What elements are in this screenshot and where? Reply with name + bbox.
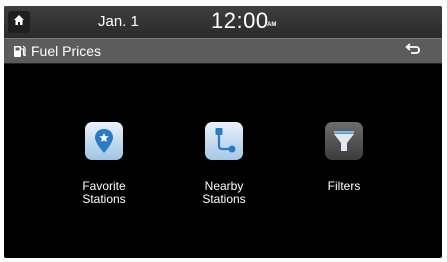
- nearby-stations-label: Nearby Stations: [202, 179, 246, 206]
- page-title: Fuel Prices: [31, 43, 102, 59]
- favorite-stations-label: Favorite Stations: [82, 179, 126, 206]
- fuel-pump-icon: [13, 44, 27, 63]
- back-button[interactable]: [390, 41, 436, 61]
- status-date: Jan. 1: [98, 13, 139, 30]
- filters-label: Filters: [327, 179, 361, 193]
- back-arrow-icon: [405, 42, 421, 60]
- status-bar: Jan. 1 12:00 AM: [4, 6, 442, 38]
- home-button[interactable]: [8, 11, 30, 33]
- status-time: 12:00: [211, 8, 269, 33]
- status-ampm: AM: [267, 22, 277, 28]
- title-bar: Fuel Prices: [4, 38, 442, 64]
- head-unit-screen: Jan. 1 12:00 AM Fuel Prices Favorite Sta…: [4, 6, 442, 258]
- favorite-pin-icon: [85, 122, 123, 160]
- filter-funnel-icon: [325, 122, 363, 160]
- nearby-route-icon: [205, 122, 243, 160]
- home-icon: [13, 13, 25, 31]
